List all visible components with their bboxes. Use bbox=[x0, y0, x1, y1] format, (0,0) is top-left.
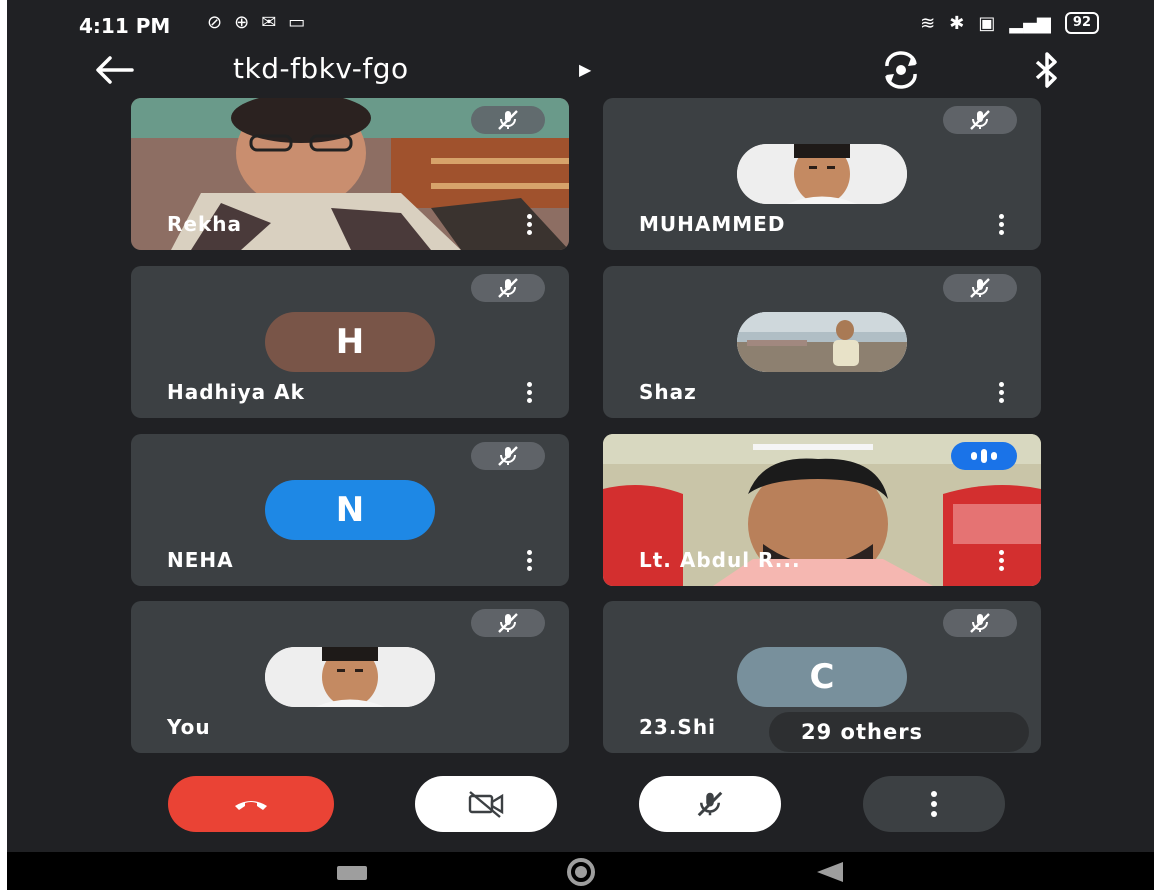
microphone-toggle-button[interactable] bbox=[639, 776, 781, 832]
participant-name: Rekha bbox=[167, 212, 242, 236]
volte-icon: ▣ bbox=[978, 12, 996, 34]
recents-button[interactable] bbox=[337, 866, 367, 880]
signal-icon: ▂▄▆ bbox=[1009, 12, 1051, 34]
end-call-button[interactable] bbox=[168, 776, 334, 832]
more-options-button[interactable] bbox=[519, 210, 539, 238]
camera-off-icon bbox=[468, 791, 504, 818]
more-vert-icon bbox=[931, 791, 937, 817]
mic-off-indicator bbox=[471, 609, 545, 637]
participant-name: Lt. Abdul R... bbox=[639, 548, 801, 572]
participant-tile-abdul[interactable]: Lt. Abdul R... bbox=[603, 434, 1041, 586]
more-options-button[interactable] bbox=[991, 210, 1011, 238]
hang-up-icon bbox=[235, 801, 267, 810]
more-options-button[interactable] bbox=[519, 546, 539, 574]
notification-icons: ⊘ ⊕ ✉ ▭ bbox=[207, 12, 305, 33]
back-button[interactable] bbox=[92, 52, 136, 88]
mic-off-indicator bbox=[943, 609, 1017, 637]
mic-off-indicator bbox=[471, 274, 545, 302]
meet-call-screen: 4:11 PM ⊘ ⊕ ✉ ▭ ≋ ✱ ▣ ▂▄▆ 92 tkd-fbkv-fg… bbox=[7, 0, 1154, 890]
system-nav-bar bbox=[7, 852, 1154, 890]
more-actions-button[interactable] bbox=[863, 776, 1005, 832]
participant-tile-hadhiya[interactable]: H Hadhiya Ak bbox=[131, 266, 569, 418]
more-options-button[interactable] bbox=[519, 378, 539, 406]
participant-name: Shaz bbox=[639, 380, 697, 404]
participant-name: Hadhiya Ak bbox=[167, 380, 305, 404]
participant-tile-you[interactable]: You bbox=[131, 601, 569, 753]
nav-back-button[interactable] bbox=[817, 862, 843, 882]
mic-off-icon bbox=[970, 110, 990, 130]
mic-off-icon bbox=[498, 446, 518, 466]
participant-tile-shaz[interactable]: Shaz bbox=[603, 266, 1041, 418]
caret-right-icon[interactable]: ▶ bbox=[579, 60, 591, 79]
mic-off-icon bbox=[697, 791, 723, 817]
switch-camera-icon bbox=[885, 51, 917, 89]
profile-photo bbox=[265, 647, 435, 707]
arrow-left-icon bbox=[96, 56, 134, 84]
more-options-button[interactable] bbox=[991, 378, 1011, 406]
mic-off-indicator bbox=[471, 106, 545, 134]
mic-off-icon bbox=[498, 613, 518, 633]
sync-off-icon: ⊘ bbox=[207, 12, 223, 33]
bluetooth-icon bbox=[1035, 52, 1057, 88]
wifi-icon: ≋ bbox=[920, 12, 936, 34]
bluetooth-audio-button[interactable] bbox=[1029, 50, 1065, 90]
avatar bbox=[737, 144, 907, 204]
meeting-code[interactable]: tkd-fbkv-fgo bbox=[233, 52, 409, 85]
status-bar: 4:11 PM ⊘ ⊕ ✉ ▭ ≋ ✱ ▣ ▂▄▆ 92 bbox=[7, 0, 1154, 48]
avatar: C bbox=[737, 647, 907, 707]
mic-off-indicator bbox=[943, 106, 1017, 134]
participant-tile-neha[interactable]: N NEHA bbox=[131, 434, 569, 586]
mic-off-icon bbox=[498, 278, 518, 298]
avatar: H bbox=[265, 312, 435, 372]
profile-photo bbox=[737, 144, 907, 204]
participant-name: 23.Shi bbox=[639, 715, 716, 739]
participant-name: NEHA bbox=[167, 548, 234, 572]
mic-off-icon bbox=[970, 278, 990, 298]
others-participants-chip[interactable]: 29 others bbox=[769, 712, 1029, 752]
app-notification-icon: ⊕ bbox=[234, 12, 250, 33]
participant-name: You bbox=[167, 715, 211, 739]
speaking-indicator bbox=[951, 442, 1017, 470]
avatar bbox=[737, 312, 907, 372]
switch-camera-button[interactable] bbox=[879, 50, 923, 90]
bluetooth-status-icon: ✱ bbox=[949, 12, 965, 34]
participant-tile-muhammed[interactable]: MUHAMMED bbox=[603, 98, 1041, 250]
mic-off-icon bbox=[970, 613, 990, 633]
home-button[interactable] bbox=[567, 858, 595, 886]
more-options-button[interactable] bbox=[991, 546, 1011, 574]
mic-off-indicator bbox=[471, 442, 545, 470]
mic-off-icon bbox=[498, 110, 518, 130]
video-icon: ▭ bbox=[288, 12, 306, 33]
camera-toggle-button[interactable] bbox=[415, 776, 557, 832]
mic-off-indicator bbox=[943, 274, 1017, 302]
battery-icon: 92 bbox=[1064, 12, 1099, 34]
participant-tile-rekha[interactable]: Rekha bbox=[131, 98, 569, 250]
avatar: N bbox=[265, 480, 435, 540]
gmail-icon: ✉ bbox=[261, 12, 277, 33]
system-icons: ≋ ✱ ▣ ▂▄▆ 92 bbox=[920, 12, 1099, 34]
avatar bbox=[265, 647, 435, 707]
participant-name: MUHAMMED bbox=[639, 212, 786, 236]
status-time: 4:11 PM bbox=[79, 14, 171, 38]
profile-photo bbox=[737, 312, 907, 372]
top-bar: tkd-fbkv-fgo ▶ bbox=[7, 48, 1154, 92]
